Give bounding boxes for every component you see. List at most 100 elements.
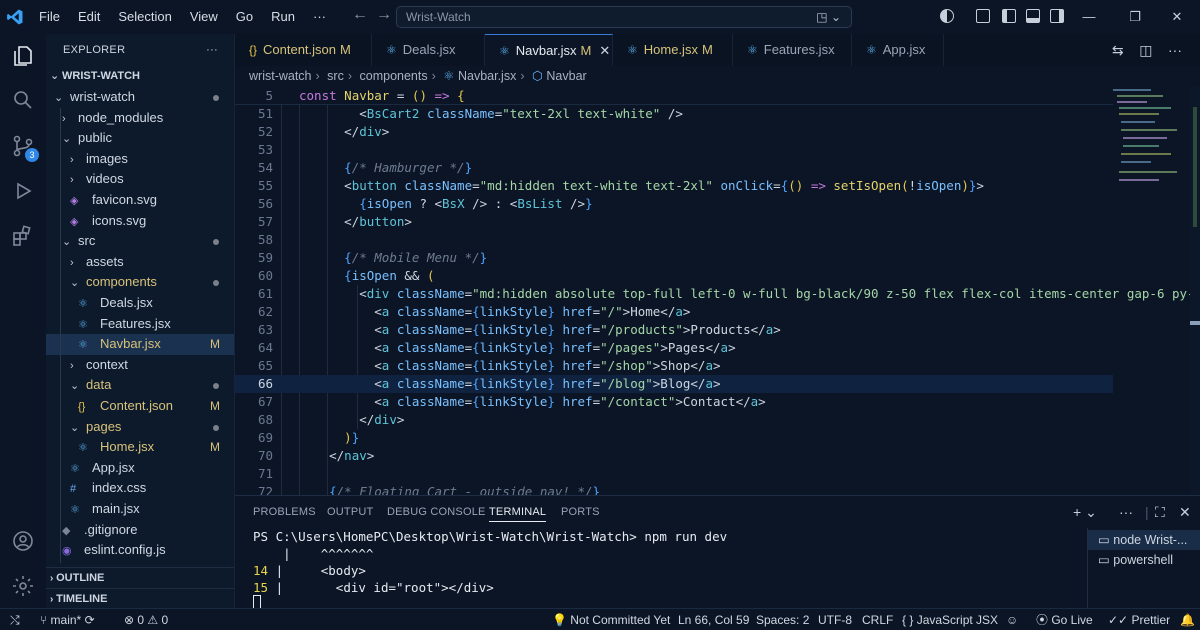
tree-item[interactable]: ⚛ main.jsx (46, 499, 234, 520)
minimap[interactable] (1109, 87, 1189, 197)
extensions-icon[interactable] (9, 222, 37, 250)
tree-item[interactable]: ◈ favicon.svg (46, 190, 234, 211)
panel-tab-debug-console[interactable]: DEBUG CONSOLE (387, 506, 486, 518)
menu-file[interactable]: File (30, 0, 69, 34)
code-line[interactable]: 56 {isOpen ? <BsX /> : <BsList />} (235, 195, 1113, 213)
workspace-root[interactable]: ⌄ WRIST-WATCH (46, 66, 234, 87)
tree-item[interactable]: ⚛ Navbar.jsx M (46, 334, 234, 355)
panel-tab-terminal[interactable]: TERMINAL (489, 506, 547, 522)
code-line[interactable]: 69 )} (235, 429, 1113, 447)
tree-item[interactable]: ⌄ components (46, 272, 234, 293)
menu-go[interactable]: Go (227, 0, 262, 34)
remote-icon[interactable]: ⤭ (10, 609, 20, 630)
tree-item[interactable]: {} Content.json M (46, 396, 234, 417)
panel-tab-output[interactable]: OUTPUT (327, 506, 373, 518)
code-line[interactable]: 71 (235, 465, 1113, 483)
prettier-status[interactable]: ✓✓ Prettier (1108, 609, 1170, 630)
search-icon[interactable] (9, 86, 37, 114)
tree-item[interactable]: ⌄ src (46, 231, 234, 252)
code-line[interactable]: 51 <BsCart2 className="text-2xl text-whi… (235, 105, 1113, 123)
outline-section[interactable]: › OUTLINE (46, 567, 234, 588)
tree-item[interactable]: ⚛ Home.jsx M (46, 437, 234, 458)
code-line[interactable]: 55 <button className="md:hidden text-whi… (235, 177, 1113, 195)
code-line[interactable]: 61 <div className="md:hidden absolute to… (235, 285, 1200, 303)
editor-scrollbar[interactable] (1190, 87, 1200, 495)
command-center-search[interactable]: Wrist-Watch ◳ ⌄ (396, 6, 852, 28)
code-line[interactable]: 62 <a className={linkStyle} href="/">Hom… (235, 303, 1113, 321)
compare-icon[interactable]: ⇆ (1112, 42, 1124, 58)
editor-tab[interactable]: {} Content.json M (235, 34, 372, 66)
accounts-toggle-icon[interactable] (940, 9, 954, 23)
code-line[interactable]: 54 {/* Hamburger */} (235, 159, 1113, 177)
maximize-panel-icon[interactable]: ⛶ (1155, 504, 1165, 521)
tree-item[interactable]: ⌄ wrist-watch (46, 87, 234, 108)
menu-view[interactable]: View (181, 0, 227, 34)
menu-selection[interactable]: Selection (109, 0, 180, 34)
code-line[interactable]: 63 <a className={linkStyle} href="/produ… (235, 321, 1113, 339)
code-editor[interactable]: 5 const Navbar = () => { 51 <BsCart2 clas… (235, 87, 1200, 495)
language-mode[interactable]: { } JavaScript JSX (902, 609, 998, 630)
tree-item[interactable]: › node_modules (46, 108, 234, 129)
tree-item[interactable]: ⌄ data (46, 375, 234, 396)
code-line[interactable]: 67 <a className={linkStyle} href="/conta… (235, 393, 1113, 411)
tree-item[interactable]: ◈ icons.svg (46, 211, 234, 232)
indentation[interactable]: Spaces: 2 (756, 609, 809, 630)
run-debug-icon[interactable] (9, 177, 37, 205)
tree-item[interactable]: › context (46, 355, 234, 376)
explorer-icon[interactable] (9, 42, 37, 70)
breadcrumb-item[interactable]: wrist-watch (249, 69, 312, 83)
code-line[interactable]: 65 <a className={linkStyle} href="/shop"… (235, 357, 1113, 375)
editor-tab[interactable]: ⚛ App.jsx (852, 34, 944, 66)
panel-tab-ports[interactable]: PORTS (561, 506, 600, 518)
line-endings[interactable]: CRLF (862, 609, 893, 630)
encoding[interactable]: UTF-8 (818, 609, 852, 630)
tree-item[interactable]: ◆ .gitignore (46, 520, 234, 541)
breadcrumb-item[interactable]: Navbar.jsx (458, 69, 516, 83)
toggle-secondary-sidebar-icon[interactable] (1050, 9, 1064, 23)
toggle-sidebar-icon[interactable] (1002, 9, 1016, 23)
timeline-section[interactable]: › TIMELINE (46, 588, 234, 608)
code-line[interactable]: 64 <a className={linkStyle} href="/pages… (235, 339, 1113, 357)
tree-item[interactable]: › videos (46, 169, 234, 190)
toggle-panel-icon[interactable] (1026, 9, 1040, 23)
code-line[interactable]: 58 (235, 231, 1113, 249)
menu-edit[interactable]: Edit (69, 0, 109, 34)
panel-more-icon[interactable]: ··· (1119, 504, 1133, 520)
copilot-status-icon[interactable]: ☺ (1006, 609, 1018, 630)
tree-item[interactable]: ⚛ App.jsx (46, 458, 234, 479)
editor-tab[interactable]: ⚛ Deals.jsx (372, 34, 485, 66)
accounts-icon[interactable] (9, 527, 37, 555)
new-terminal-icon[interactable]: + ⌄ (1073, 504, 1097, 521)
breadcrumb-item[interactable]: Navbar (546, 69, 586, 83)
tree-item[interactable]: ◉ eslint.config.js (46, 540, 234, 561)
editor-tab[interactable]: ⚛ Home.jsx M (613, 34, 733, 66)
settings-gear-icon[interactable] (9, 572, 37, 600)
breadcrumb-item[interactable]: src (327, 69, 344, 83)
code-line-current[interactable]: 66 <a className={linkStyle} href="/blog"… (235, 375, 1113, 393)
code-line[interactable]: 53 (235, 141, 1113, 159)
source-control-icon[interactable]: 3 (9, 132, 39, 162)
code-line[interactable]: 5 const Navbar = () => { (235, 87, 1113, 105)
tree-item[interactable]: ⌄ public (46, 128, 234, 149)
more-actions-icon[interactable]: ··· (1168, 42, 1182, 58)
code-line[interactable]: 60 {isOpen && ( (235, 267, 1113, 285)
git-blame-status[interactable]: 💡 Not Committed Yet (552, 609, 670, 630)
explorer-more-icon[interactable]: ··· (206, 34, 218, 66)
tree-item[interactable]: ⌄ pages (46, 417, 234, 438)
notifications-icon[interactable]: 🔔 (1180, 609, 1195, 630)
tree-item[interactable]: ⚛ Features.jsx (46, 314, 234, 335)
terminal-item-node[interactable]: ▭ node Wrist-... (1088, 530, 1200, 550)
menu-run[interactable]: Run (262, 0, 304, 34)
problems-indicator[interactable]: ⊗ 0 ⚠ 0 (124, 609, 168, 630)
close-window-button[interactable]: ✕ (1154, 0, 1200, 34)
code-line[interactable]: 59 {/* Mobile Menu */} (235, 249, 1113, 267)
code-line[interactable]: 52 </div> (235, 123, 1113, 141)
terminal-item-powershell[interactable]: ▭ powershell (1098, 550, 1173, 570)
close-panel-icon[interactable]: ✕ (1179, 504, 1191, 521)
editor-tab[interactable]: ⚛ Navbar.jsx M ✕ (485, 34, 613, 66)
code-line[interactable]: 57 </button> (235, 213, 1113, 231)
tree-item[interactable]: › images (46, 149, 234, 170)
forward-arrow-icon[interactable]: → (370, 6, 398, 24)
code-line[interactable]: 68 </div> (235, 411, 1113, 429)
close-tab-icon[interactable]: ✕ (599, 43, 610, 58)
